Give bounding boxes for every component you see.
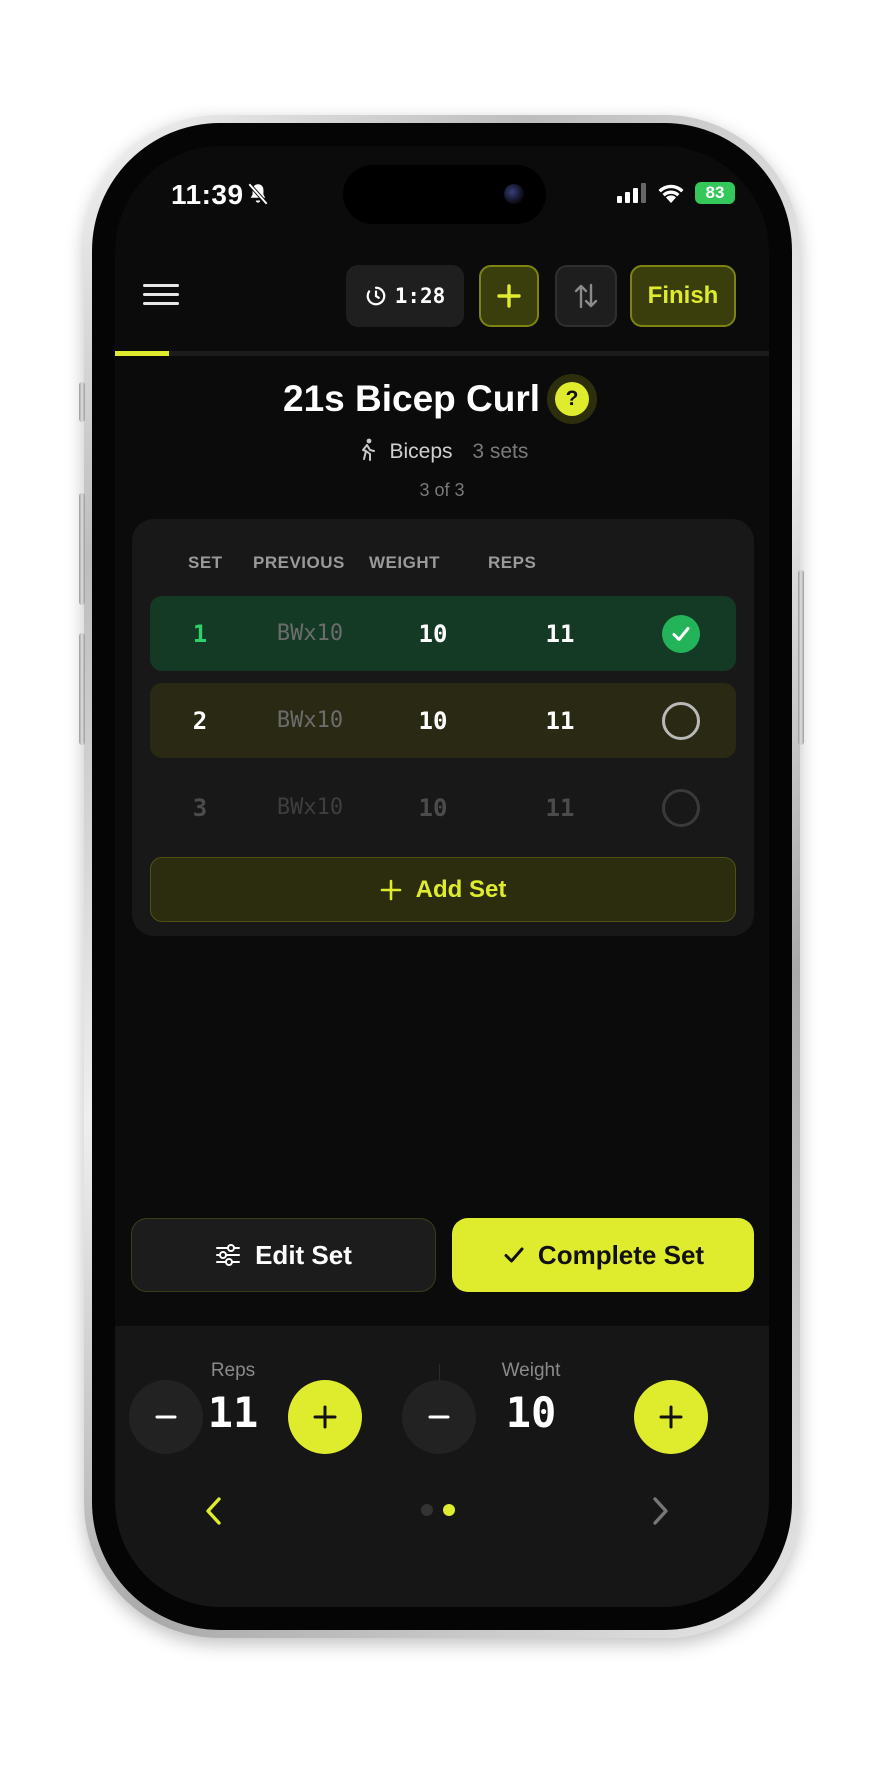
workout-toolbar: 1:28 Finish [115,264,769,328]
next-exercise-button[interactable] [645,1491,675,1531]
set-row-active[interactable]: 2 BWx10 10 11 [150,683,736,758]
weight-value[interactable]: 10 [378,596,488,671]
reps-value[interactable]: 11 [505,683,615,758]
menu-button[interactable] [143,278,179,310]
reorder-button[interactable] [555,265,617,327]
workout-progress-fill [115,351,170,356]
page-dot [443,1504,455,1516]
add-exercise-button[interactable] [479,265,539,327]
previous-value: BWx10 [276,708,344,733]
status-time: 11:39 [171,179,244,210]
set-row-completed[interactable]: 1 BWx10 10 11 [150,596,736,671]
reps-increment-button[interactable] [288,1380,362,1454]
checkmark-icon [504,1247,524,1263]
weight-stepper-value[interactable]: 10 [481,1388,581,1437]
muscle-group: Biceps [389,440,453,463]
set-number: 3 [192,793,208,822]
checkmark-circle-icon [662,614,700,653]
sliders-icon [216,1244,241,1266]
complete-set-button[interactable]: Complete Set [452,1218,754,1292]
minus-icon [155,1415,177,1419]
menu-line [143,284,179,287]
weight-increment-button[interactable] [634,1380,708,1454]
exercise-meta: Biceps 3 sets [115,438,769,464]
power-button [798,570,804,745]
set-number: 2 [192,706,208,735]
workout-progress-bar [115,351,769,356]
chevron-right-icon [653,1497,668,1525]
chevron-left-icon [206,1497,221,1525]
weight-decrement-button[interactable] [402,1380,476,1454]
edit-set-label: Edit Set [255,1239,352,1270]
camera-icon [504,184,524,204]
edit-set-button[interactable]: Edit Set [131,1218,436,1292]
timer-icon [366,286,385,306]
exercise-position: 3 of 3 [419,480,465,500]
finish-workout-button[interactable]: Finish [630,265,736,327]
battery-indicator: 83 [695,182,735,204]
sets-count: 3 sets [472,440,529,463]
dynamic-island [343,165,546,224]
timer-value: 1:28 [394,284,446,308]
page-dot [421,1504,433,1516]
menu-line [143,293,179,296]
action-button [79,382,85,422]
signal-icon [617,183,646,203]
bell-muted-icon [247,182,269,206]
reps-stepper-value[interactable]: 11 [183,1388,283,1437]
set-row-pending[interactable]: 3 BWx10 10 11 [150,770,736,845]
add-set-label: Add Set [415,875,507,903]
previous-value: BWx10 [276,795,344,820]
reps-value[interactable]: 11 [505,770,615,845]
complete-set-label: Complete Set [537,1239,705,1270]
minus-icon [428,1415,450,1419]
status-icons: 83 [617,182,735,204]
empty-circle-icon [662,788,700,827]
swap-arrows-icon [574,283,598,309]
weight-value[interactable]: 10 [378,770,488,845]
volume-up-button [79,493,85,605]
column-header-set: SET [188,553,223,572]
plus-icon [313,1405,337,1429]
rest-timer-button[interactable]: 1:28 [346,265,464,327]
runner-icon [361,438,375,461]
exercise-header: 21s Bicep Curl ? [115,374,769,426]
sets-table: SET PREVIOUS WEIGHT REPS 1 BWx10 10 11 2… [132,519,754,936]
wifi-icon [658,184,684,203]
stepper-panel: Reps 11 Weight 10 [115,1326,769,1607]
set-complete-toggle[interactable] [650,770,712,845]
plus-icon [497,284,521,308]
previous-exercise-button[interactable] [199,1491,229,1531]
exercise-help-button[interactable]: ? [547,374,597,424]
set-complete-toggle[interactable] [650,683,712,758]
empty-circle-icon [662,701,700,740]
plus-icon [659,1405,683,1429]
column-header-weight: WEIGHT [369,553,440,572]
column-header-previous: PREVIOUS [253,553,345,572]
exercise-title: 21s Bicep Curl [283,378,541,419]
previous-value: BWx10 [276,621,344,646]
plus-icon [380,879,401,900]
reps-stepper-label: Reps [210,1360,256,1381]
weight-stepper-label: Weight [501,1360,561,1381]
set-complete-toggle[interactable] [650,596,712,671]
add-set-button[interactable]: Add Set [150,857,736,922]
page-indicator [421,1504,455,1516]
set-number: 1 [192,619,208,648]
weight-value[interactable]: 10 [378,683,488,758]
app-screen: 11:39 83 1:28 Finish 21s Bicep Curl ? Bi… [115,146,769,1607]
column-header-reps: REPS [488,553,537,572]
menu-line [143,302,179,305]
question-mark-icon: ? [555,382,589,416]
volume-down-button [79,633,85,745]
reps-value[interactable]: 11 [505,596,615,671]
